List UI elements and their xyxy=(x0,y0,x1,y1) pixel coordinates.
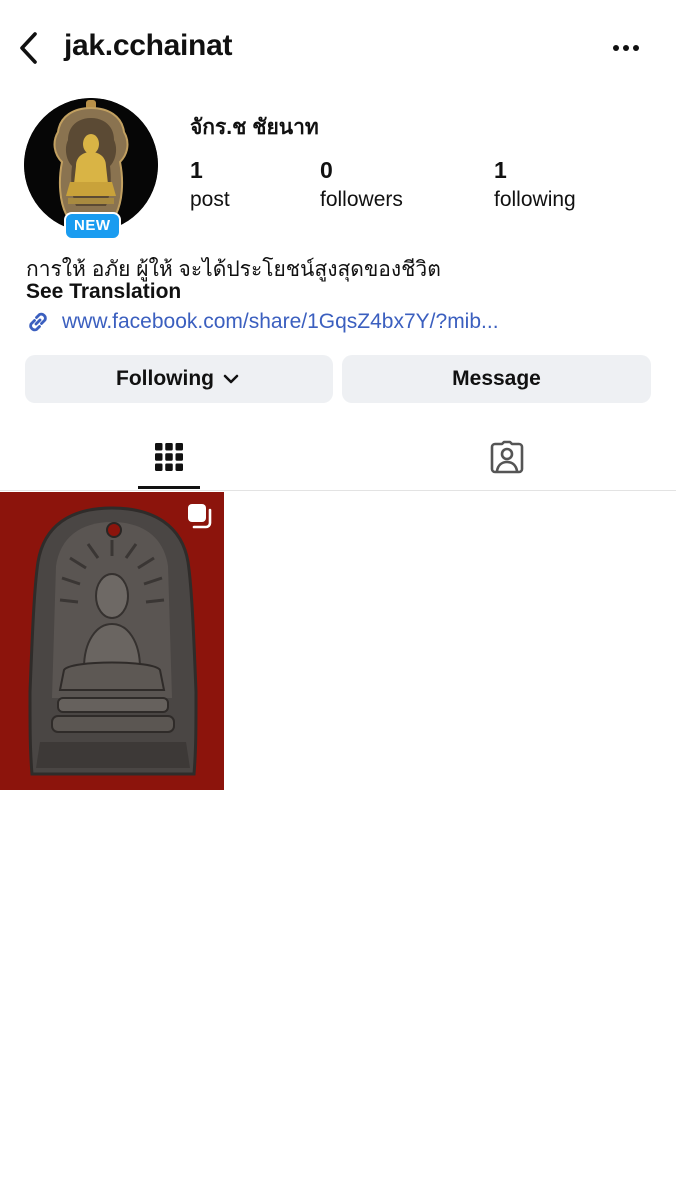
link-icon xyxy=(29,312,47,332)
posts-label: post xyxy=(190,188,230,211)
message-button[interactable]: Message xyxy=(342,355,651,403)
tagged-person-icon xyxy=(490,440,524,474)
following-button-label: Following xyxy=(116,367,214,390)
chevron-left-icon xyxy=(20,32,37,64)
following-stat[interactable]: 1 following xyxy=(494,157,576,212)
more-horizontal-icon xyxy=(613,45,639,51)
amulet-post-photo xyxy=(0,492,224,790)
followers-label: followers xyxy=(320,188,403,211)
posts-count: 1 xyxy=(190,157,203,183)
back-button[interactable] xyxy=(14,30,46,66)
posts-stat[interactable]: 1 post xyxy=(190,157,230,212)
more-options-button[interactable] xyxy=(604,34,648,62)
following-button[interactable]: Following xyxy=(25,355,333,403)
following-label: following xyxy=(494,188,576,211)
followers-stat[interactable]: 0 followers xyxy=(320,157,403,212)
grid-icon xyxy=(155,443,183,471)
see-translation-link[interactable]: See Translation xyxy=(26,280,181,304)
active-tab-indicator xyxy=(138,486,200,489)
followers-count: 0 xyxy=(320,157,333,183)
tab-posts-grid[interactable] xyxy=(0,425,338,489)
tabs-divider xyxy=(0,490,676,491)
profile-link-text: www.facebook.com/share/1GqsZ4bx7Y/?mib..… xyxy=(62,310,499,333)
profile-link[interactable]: www.facebook.com/share/1GqsZ4bx7Y/?mib..… xyxy=(24,307,499,337)
chevron-down-icon xyxy=(223,374,239,384)
new-badge: NEW xyxy=(64,212,121,240)
display-name: จักร.ช ชัยนาท xyxy=(190,116,319,139)
tab-tagged[interactable] xyxy=(338,425,676,489)
multiple-photos-icon xyxy=(188,504,212,529)
message-button-label: Message xyxy=(452,367,541,390)
following-count: 1 xyxy=(494,157,507,183)
profile-username: jak.cchainat xyxy=(64,29,233,62)
post-thumbnail[interactable] xyxy=(0,492,224,790)
